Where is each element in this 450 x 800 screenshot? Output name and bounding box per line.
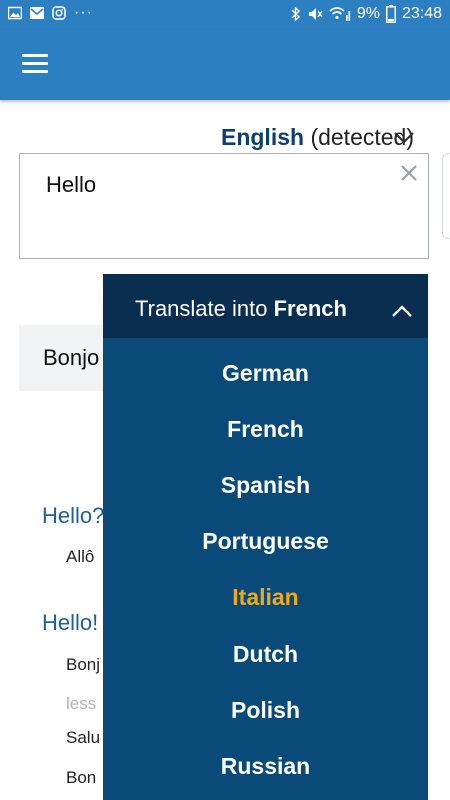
source-text[interactable]: Hello [46, 172, 96, 198]
target-language-dropdown: Translate into French German French Span… [103, 274, 428, 800]
status-bar: ··· 9% 23:48 [0, 0, 450, 30]
menu-line [22, 62, 48, 65]
language-option-dutch[interactable]: Dutch [103, 626, 428, 682]
dictionary-translation[interactable]: Bon [66, 768, 96, 788]
dropdown-title: Translate into French [135, 296, 347, 322]
source-text-field[interactable]: Hello [19, 153, 429, 259]
dictionary-entry-heading[interactable]: Hello! [42, 610, 98, 636]
wifi-signal-icon [329, 7, 350, 21]
system-status: 9% 23:48 [291, 5, 442, 23]
clock: 23:48 [401, 5, 442, 22]
mute-icon [308, 8, 323, 20]
language-option-german[interactable]: German [103, 345, 428, 401]
dictionary-translation[interactable]: Bonj [66, 655, 100, 675]
clear-icon[interactable] [400, 164, 418, 182]
dictionary-entry-heading[interactable]: Hello? [42, 503, 104, 529]
target-language-selector[interactable]: Translate into French [103, 274, 428, 338]
instagram-icon [52, 6, 66, 20]
language-option-polish[interactable]: Polish [103, 682, 428, 738]
dropdown-title-language: French [273, 296, 347, 321]
notification-icons: ··· [8, 4, 93, 21]
dropdown-title-prefix: Translate into [135, 296, 268, 321]
chevron-down-icon[interactable] [392, 130, 416, 146]
hamburger-menu-icon[interactable] [22, 54, 48, 74]
dictionary-translation[interactable]: Allô [66, 547, 94, 567]
more-notifications-icon: ··· [74, 4, 93, 21]
translation-result[interactable]: Bonjo [19, 325, 109, 391]
language-option-spanish[interactable]: Spanish [103, 457, 428, 513]
dictionary-translation[interactable]: Salu [66, 728, 100, 748]
language-option-french[interactable]: French [103, 401, 428, 457]
menu-line [22, 70, 48, 73]
bluetooth-icon [291, 6, 300, 22]
side-panel-edge[interactable] [442, 153, 450, 239]
battery-icon [385, 5, 396, 23]
source-language: English [220, 124, 305, 150]
source-language-selector[interactable]: English (detected) [221, 124, 414, 151]
battery-percent: 9% [356, 5, 380, 22]
menu-line [22, 54, 48, 57]
language-option-russian[interactable]: Russian [103, 738, 428, 794]
translation-text: Bonjo [43, 345, 100, 370]
less-toggle[interactable]: less [66, 694, 96, 714]
gallery-icon [8, 6, 22, 20]
chevron-up-icon[interactable] [391, 304, 413, 318]
language-option-italian[interactable]: Italian [103, 569, 428, 625]
app-bar [0, 30, 450, 100]
mail-icon [30, 7, 44, 19]
language-option-portuguese[interactable]: Portuguese [103, 513, 428, 569]
